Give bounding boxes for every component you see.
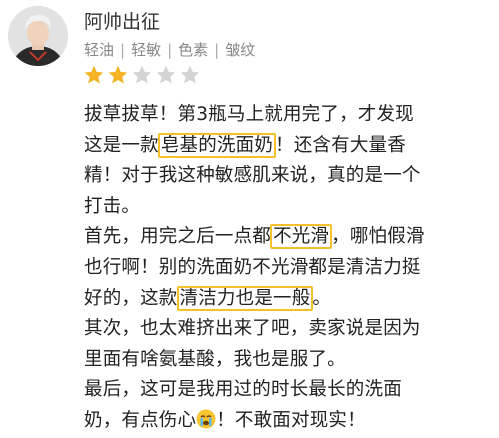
review-text-segment: 。 xyxy=(312,287,332,309)
tag-separator: | xyxy=(214,41,220,59)
avatar-image xyxy=(8,6,68,66)
star-empty-icon xyxy=(132,65,152,84)
crying-face-icon xyxy=(196,409,216,429)
skin-tag: 皱纹 xyxy=(225,41,256,59)
review-line: 其次，也太难挤出来了吧，卖家说是因为 xyxy=(84,314,494,345)
tag-separator: | xyxy=(120,41,126,59)
review-text: 拔草拔草！第3瓶马上就用完了，才发现 这是一款 皂基的洗面奶 ！还含有大量香 精！对于我… xyxy=(84,100,494,437)
review-line: 最后，这可是我用过的时长最长的洗面 xyxy=(84,375,494,406)
skin-tag: 轻油 xyxy=(84,41,115,59)
review-line: 也行啊！别的洗面奶不光滑都是清洁力挺 xyxy=(84,253,494,284)
star-filled-icon xyxy=(84,65,104,84)
highlighted-phrase: 不光滑 xyxy=(270,224,333,250)
review-text-segment: 好的，这款 xyxy=(84,287,178,309)
review-line: 打击。 xyxy=(84,192,494,223)
review-text-segment: 拔草拔草！第3瓶马上就用完了，才发现 xyxy=(84,104,414,125)
review-text-segment: 精！对于我这种敏感肌来说，真的是一个 xyxy=(84,165,421,187)
star-empty-icon xyxy=(180,65,200,84)
review-line: 里面有啥氨基酸，我也是服了。 xyxy=(84,345,494,376)
skin-tags: 轻油 | 轻敏 | 色素 | 皱纹 xyxy=(84,40,255,60)
highlighted-phrase: 皂基的洗面奶 xyxy=(157,132,277,158)
review-text-segment: 奶，有点伤心 xyxy=(84,409,197,431)
review-line: 这是一款 皂基的洗面奶 ！还含有大量香 xyxy=(84,131,494,162)
review-line: 首先，用完之后一点都 不光滑 ，哪怕假滑 xyxy=(84,222,494,253)
review-line: 奶，有点伤心 ！不敢面对现实！ xyxy=(84,406,494,437)
review-line: 拔草拔草！第3瓶马上就用完了，才发现 xyxy=(84,100,494,131)
skin-tag: 轻敏 xyxy=(131,41,162,59)
review-text-segment: 打击。 xyxy=(84,195,141,217)
skin-tag: 色素 xyxy=(178,41,209,59)
review-line: 精！对于我这种敏感肌来说，真的是一个 xyxy=(84,161,494,192)
review-line: 好的，这款 清洁力也是一般。 xyxy=(84,284,494,315)
user-avatar[interactable] xyxy=(8,6,68,66)
review-text-segment: 这是一款 xyxy=(84,134,159,156)
review-text-segment: 首先，用完之后一点都 xyxy=(84,226,272,248)
review-text-segment: 里面有啥氨基酸，我也是服了。 xyxy=(84,348,346,370)
username[interactable]: 阿帅出征 xyxy=(84,10,160,34)
highlighted-phrase: 清洁力也是一般 xyxy=(176,285,314,311)
star-filled-icon xyxy=(108,65,128,84)
review-text-segment: 也行啊！别的洗面奶不光滑都是清洁力挺 xyxy=(84,256,421,278)
star-empty-icon xyxy=(156,65,176,84)
review-text-segment: 最后，这可是我用过的时长最长的洗面 xyxy=(84,379,402,401)
review-text-segment: ！不敢面对现实！ xyxy=(216,409,366,431)
review-text-segment: 其次，也太难挤出来了吧，卖家说是因为 xyxy=(84,318,421,340)
tag-separator: | xyxy=(167,41,173,59)
review-text-segment: ，哪怕假滑 xyxy=(331,226,425,248)
star-rating xyxy=(83,64,201,86)
review-text-segment: ！还含有大量香 xyxy=(275,134,406,156)
